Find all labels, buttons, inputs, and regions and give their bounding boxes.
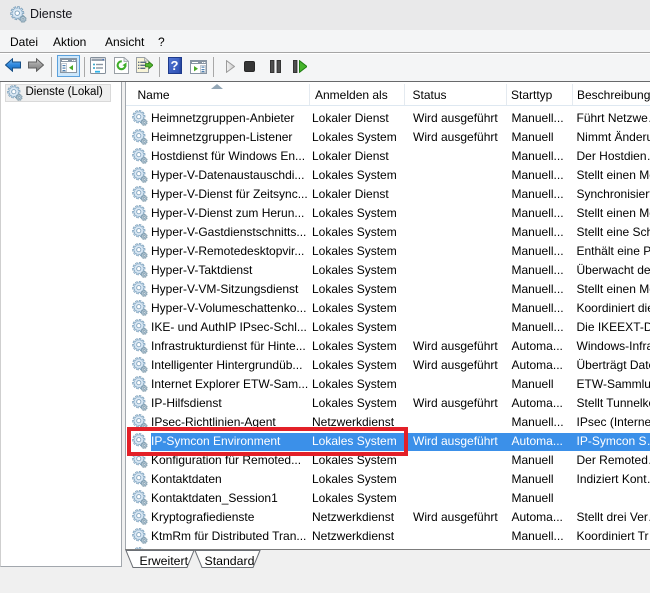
svg-text:?: ? [171, 58, 179, 73]
